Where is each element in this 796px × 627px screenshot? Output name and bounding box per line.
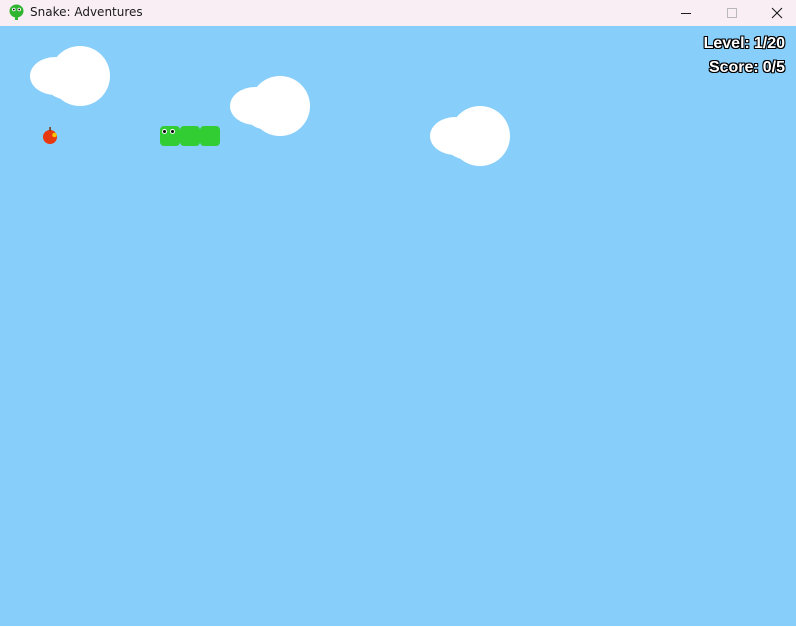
snake-head-icon — [9, 4, 24, 20]
game-canvas[interactable]: Level: 1/20 Score: 0/5 — [0, 26, 796, 626]
game-window: Snake: Adventures Level: 1/20 Score: 0/5 — [0, 0, 796, 627]
level-indicator: Level: 1/20 — [704, 35, 785, 53]
title-bar[interactable]: Snake: Adventures — [0, 0, 796, 26]
close-button[interactable] — [754, 0, 796, 26]
snake-head — [160, 126, 180, 146]
snake-body-segment — [180, 126, 200, 146]
cloud — [30, 46, 110, 106]
level-label: Level: — [703, 35, 750, 52]
snake-eye — [162, 129, 167, 134]
snake-body-segment — [200, 126, 220, 146]
maximize-icon — [727, 8, 737, 18]
score-label: Score: — [708, 59, 759, 76]
close-icon — [771, 7, 783, 19]
minimize-button[interactable] — [663, 0, 709, 26]
apple-icon — [43, 127, 57, 144]
minimize-icon — [681, 13, 691, 14]
maximize-button[interactable] — [709, 0, 755, 26]
score-indicator: Score: 0/5 — [709, 59, 785, 77]
cloud — [230, 76, 310, 136]
window-title: Snake: Adventures — [30, 5, 143, 19]
level-value: 1/20 — [753, 35, 785, 52]
cloud — [430, 106, 510, 166]
score-value: 0/5 — [762, 59, 785, 76]
snake-eye — [170, 129, 175, 134]
